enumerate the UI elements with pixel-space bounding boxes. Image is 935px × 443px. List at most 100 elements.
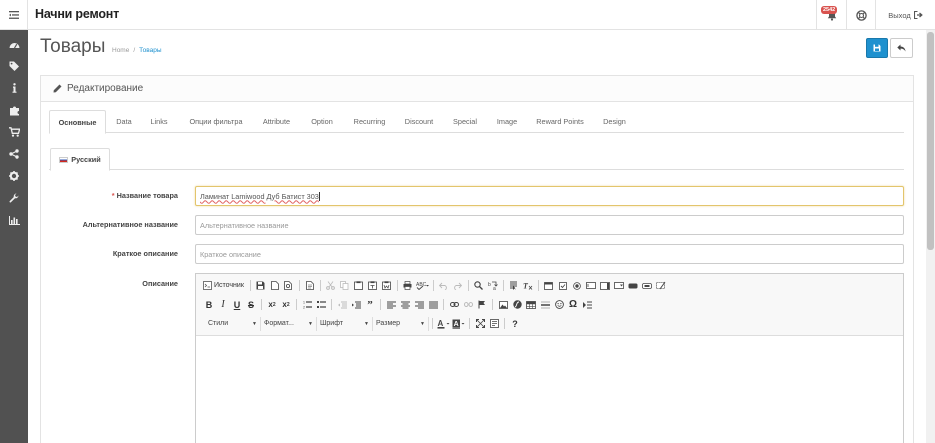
tab-data[interactable]: Data [108,110,140,133]
subscript-button[interactable]: x2 [265,297,279,312]
floppy-icon [256,281,265,290]
tab-language-russian[interactable]: Русский [50,148,110,171]
checkbox-button[interactable] [556,278,570,293]
bold-button[interactable]: B [202,297,216,312]
breadcrumb-home[interactable]: Home [112,47,129,54]
sidebar-item-tools[interactable] [0,187,28,209]
scrollbar-thumb[interactable] [927,32,934,250]
tab-design[interactable]: Design [595,110,634,133]
page-scrollbar[interactable] [926,30,935,443]
hidden-field-button[interactable] [654,278,668,293]
sidebar-item-system[interactable] [0,165,28,187]
format-dropdown[interactable]: Формат... ▼ [261,316,317,331]
horizontal-line-button[interactable] [538,297,552,312]
radio-button[interactable] [570,278,584,293]
align-center-button[interactable] [398,297,412,312]
sidebar-item-catalog[interactable] [0,55,28,77]
special-char-button[interactable]: Ω [566,297,580,312]
unlink-button[interactable] [461,297,475,312]
print-button[interactable] [401,278,415,293]
bulleted-list-button[interactable] [314,297,328,312]
smiley-button[interactable] [552,297,566,312]
textarea-button[interactable] [598,278,612,293]
show-blocks-button[interactable] [487,316,501,331]
editor-content-area[interactable] [196,337,903,443]
table-button[interactable] [524,297,538,312]
sidebar-item-marketing[interactable] [0,143,28,165]
paste-text-button[interactable] [366,278,380,293]
paste-button[interactable] [352,278,366,293]
font-dropdown[interactable]: Шрифт ▼ [317,316,373,331]
sidebar-item-extensions[interactable] [0,99,28,121]
short-description-input[interactable]: Краткое описание [195,244,904,264]
new-page-button[interactable] [268,278,282,293]
tab-links[interactable]: Links [142,110,176,133]
sidebar-item-dashboard[interactable] [0,33,28,55]
align-left-button[interactable] [384,297,398,312]
templates-button[interactable] [303,278,317,293]
form-button[interactable] [542,278,556,293]
maximize-button[interactable] [473,316,487,331]
numbered-list-button[interactable]: 12 [300,297,314,312]
save-doc-button[interactable] [254,278,268,293]
styles-dropdown[interactable]: Стили ▼ [205,316,261,331]
justify-button[interactable] [426,297,440,312]
size-dropdown[interactable]: Размер ▼ [373,316,429,331]
logout-button[interactable]: Выход [875,0,935,30]
tab-special[interactable]: Special [445,110,485,133]
spellcheck-button[interactable]: ABC [415,278,430,293]
textfield-button[interactable] [584,278,598,293]
replace-button[interactable]: ba [486,278,500,293]
tab-image[interactable]: Image [489,110,525,133]
blockquote-button[interactable]: ” [363,297,377,312]
tab-reward-points[interactable]: Reward Points [530,110,590,133]
tab-attribute[interactable]: Attribute [255,110,298,133]
tab-filter-options[interactable]: Опции фильтра [181,110,251,133]
indent-button[interactable] [349,297,363,312]
flash-button[interactable] [510,297,524,312]
bg-color-button[interactable]: A [451,316,466,331]
text-color-button[interactable]: A [436,316,451,331]
undo-button[interactable] [437,278,451,293]
remove-format-button[interactable]: T [521,278,535,293]
product-name-input[interactable]: Ламинат Lamiwood Дуб Батист 303 [195,186,904,206]
paste-word-button[interactable] [380,278,394,293]
italic-button[interactable]: I [216,297,230,312]
preview-button[interactable] [282,278,296,293]
source-button[interactable]: Источник [202,278,247,293]
tab-discount[interactable]: Discount [398,110,440,133]
tab-general[interactable]: Основные [49,110,106,134]
superscript-button[interactable]: x2 [279,297,293,312]
find-button[interactable] [472,278,486,293]
strikethrough-button[interactable]: S [244,297,258,312]
anchor-button[interactable] [475,297,489,312]
help-button[interactable] [846,0,875,30]
language-label: Русский [71,155,101,164]
sidebar-item-sales[interactable] [0,121,28,143]
sidebar-item-info[interactable] [0,77,28,99]
image-button-button[interactable] [640,278,654,293]
page-break-button[interactable] [580,297,594,312]
menu-toggle-button[interactable] [0,0,28,30]
save-button[interactable] [866,38,888,58]
alt-name-input[interactable]: Альтернативное название [195,215,904,235]
sidebar-item-reports[interactable] [0,209,28,231]
select-all-button[interactable] [507,278,521,293]
select-field-button[interactable] [612,278,626,293]
underline-button[interactable]: U [230,297,244,312]
outdent-button[interactable] [335,297,349,312]
tab-option[interactable]: Option [302,110,342,133]
back-button[interactable] [890,38,913,58]
link-button[interactable] [447,297,461,312]
align-right-button[interactable] [412,297,426,312]
image-button[interactable] [496,297,510,312]
help-editor-button[interactable]: ? [508,316,522,331]
cut-button[interactable] [324,278,338,293]
button-field-button[interactable] [626,278,640,293]
copy-button[interactable] [338,278,352,293]
notifications-button[interactable] [816,0,846,30]
redo-button[interactable] [451,278,465,293]
tab-recurring[interactable]: Recurring [346,110,393,133]
brand-logo[interactable]: Начни ремонт [35,7,119,21]
breadcrumb-products[interactable]: Товары [139,47,161,54]
